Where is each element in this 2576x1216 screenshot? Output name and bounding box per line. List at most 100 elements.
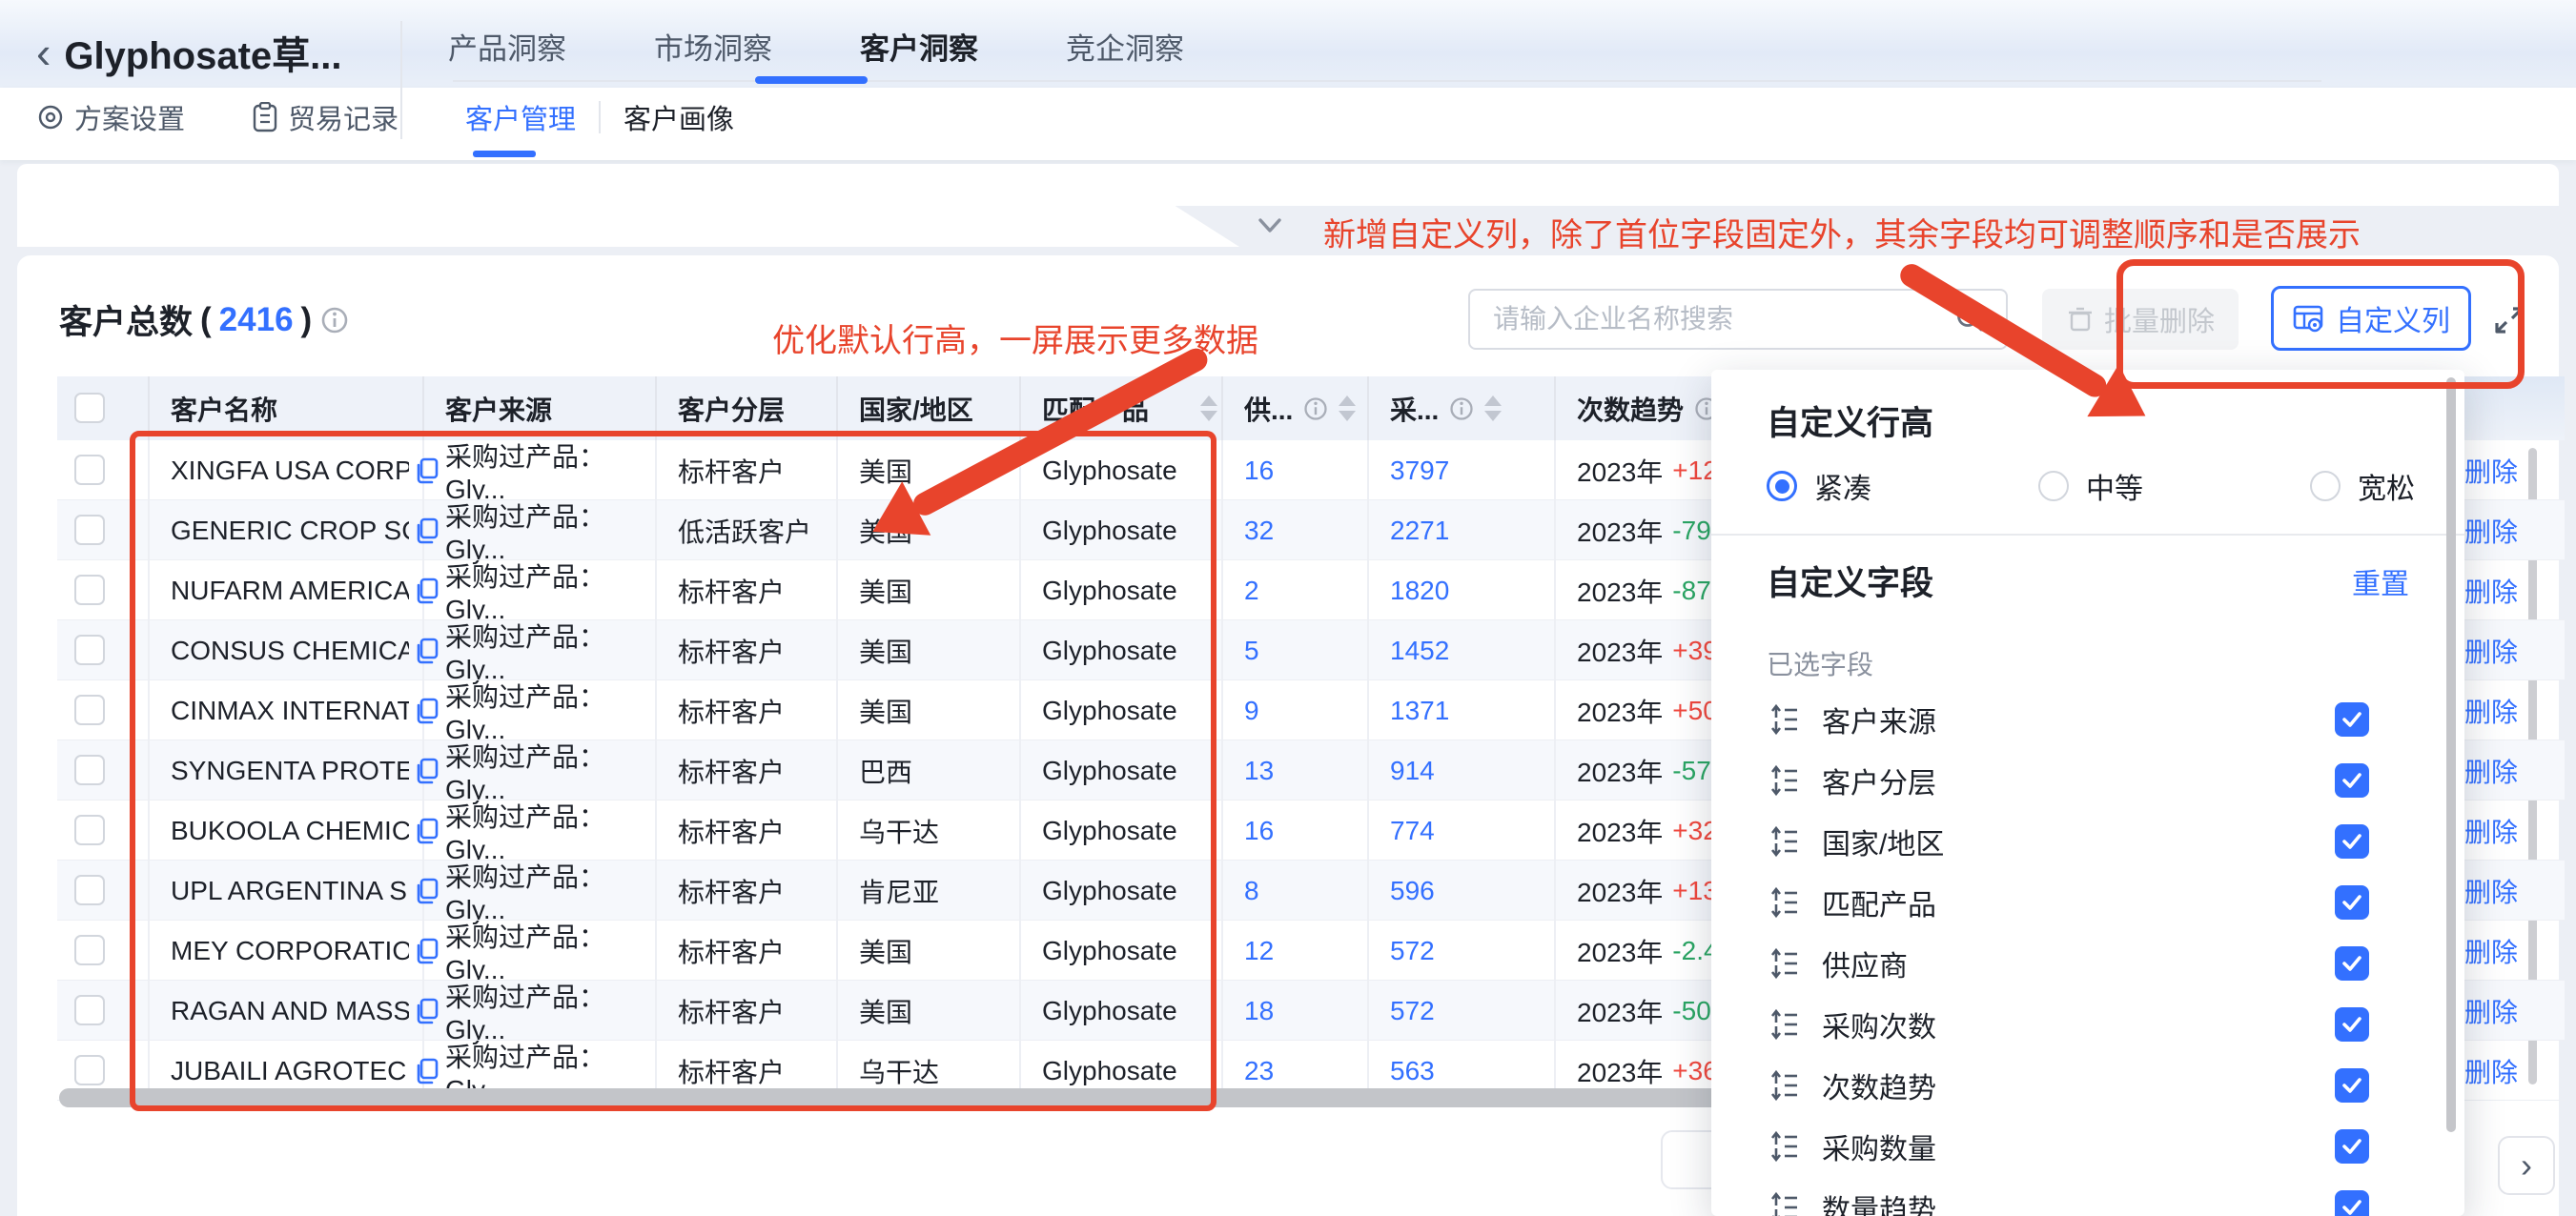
drag-handle-icon[interactable]: [1767, 762, 1803, 799]
sort-icon[interactable]: [1200, 395, 1217, 421]
purchase-count-link[interactable]: 572: [1390, 921, 1554, 981]
customer-name-cell[interactable]: CONSUS CHEMICAL: [171, 620, 422, 680]
column-header-tier[interactable]: 客户分层: [678, 376, 785, 440]
suppliers-count-link[interactable]: 12: [1244, 921, 1367, 981]
info-icon[interactable]: [1448, 395, 1475, 422]
field-checkbox-checked[interactable]: [2335, 946, 2369, 981]
suppliers-count-link[interactable]: 16: [1244, 440, 1367, 500]
row-checkbox[interactable]: [74, 875, 105, 905]
purchase-count-link[interactable]: 1820: [1390, 560, 1554, 620]
suppliers-count-link[interactable]: 2: [1244, 560, 1367, 620]
row-checkbox[interactable]: [74, 515, 105, 545]
tab-customer-management[interactable]: 客户管理: [465, 97, 576, 137]
drag-handle-icon[interactable]: [1767, 1128, 1803, 1165]
copy-icon[interactable]: [413, 577, 441, 605]
field-checkbox-checked[interactable]: [2335, 1129, 2369, 1164]
row-checkbox[interactable]: [74, 755, 105, 785]
purchase-count-link[interactable]: 1452: [1390, 620, 1554, 680]
drag-handle-icon[interactable]: [1767, 1189, 1803, 1216]
copy-icon[interactable]: [413, 937, 441, 965]
field-checkbox-checked[interactable]: [2335, 1190, 2369, 1216]
row-checkbox[interactable]: [74, 455, 105, 485]
tab-competitor-insight[interactable]: 竞企洞察: [1066, 25, 1184, 68]
tab-product-insight[interactable]: 产品洞察: [448, 25, 566, 68]
row-checkbox[interactable]: [74, 695, 105, 725]
customer-name-cell[interactable]: CINMAX INTERNATIO: [171, 680, 422, 740]
drag-handle-icon[interactable]: [1767, 884, 1803, 921]
customer-name-cell[interactable]: GENERIC CROP SCI: [171, 500, 422, 560]
suppliers-count-link[interactable]: 13: [1244, 740, 1367, 801]
reset-link[interactable]: 重置: [2352, 560, 2409, 602]
customer-name-cell[interactable]: BUKOOLA CHEMICA: [171, 801, 422, 861]
field-item-4[interactable]: 匹配产品: [1767, 881, 2415, 924]
suppliers-count-link[interactable]: 9: [1244, 680, 1367, 740]
drag-handle-icon[interactable]: [1767, 701, 1803, 738]
field-item-7[interactable]: 次数趋势: [1767, 1064, 2415, 1107]
trade-records-link[interactable]: 贸易记录: [252, 97, 399, 137]
field-checkbox-checked[interactable]: [2335, 763, 2369, 798]
delete-link[interactable]: 删除: [2464, 500, 2565, 560]
suppliers-count-link[interactable]: 5: [1244, 620, 1367, 680]
column-header-purchases[interactable]: 采...: [1390, 376, 1502, 440]
column-header-source[interactable]: 客户来源: [445, 376, 552, 440]
row-height-compact[interactable]: 紧凑: [1767, 465, 1871, 507]
select-all-checkbox[interactable]: [74, 393, 105, 423]
row-checkbox[interactable]: [74, 1055, 105, 1085]
customer-name-cell[interactable]: SYNGENTA PROTEC: [171, 740, 422, 801]
copy-icon[interactable]: [413, 697, 441, 725]
scheme-settings-link[interactable]: 方案设置: [36, 97, 185, 137]
info-icon[interactable]: [1302, 395, 1329, 422]
copy-icon[interactable]: [413, 456, 441, 485]
fullscreen-icon[interactable]: [2490, 301, 2528, 339]
purchase-count-link[interactable]: 914: [1390, 740, 1554, 801]
delete-link[interactable]: 删除: [2464, 981, 2565, 1041]
copy-icon[interactable]: [413, 997, 441, 1025]
delete-link[interactable]: 删除: [2464, 1041, 2565, 1101]
field-item-5[interactable]: 供应商: [1767, 942, 2415, 985]
column-header-suppliers[interactable]: 供...: [1244, 376, 1356, 440]
copy-icon[interactable]: [413, 817, 441, 845]
drag-handle-icon[interactable]: [1767, 1006, 1803, 1043]
drag-handle-icon[interactable]: [1767, 945, 1803, 982]
copy-icon[interactable]: [413, 1057, 441, 1085]
sort-icon[interactable]: [1484, 395, 1502, 421]
row-checkbox[interactable]: [74, 815, 105, 845]
tab-customer-profile[interactable]: 客户画像: [624, 97, 734, 137]
field-item-9[interactable]: 数量趋势: [1767, 1186, 2415, 1216]
purchase-count-link[interactable]: 596: [1390, 861, 1554, 921]
search-input[interactable]: [1491, 303, 1952, 335]
purchase-count-link[interactable]: 2271: [1390, 500, 1554, 560]
tab-customer-insight[interactable]: 客户洞察: [860, 25, 978, 68]
delete-link[interactable]: 删除: [2464, 740, 2565, 801]
purchase-count-link[interactable]: 3797: [1390, 440, 1554, 500]
drag-handle-icon[interactable]: [1767, 823, 1803, 860]
field-item-6[interactable]: 采购次数: [1767, 1003, 2415, 1046]
customer-name-cell[interactable]: UPL ARGENTINA S.: [171, 861, 422, 921]
sort-icon[interactable]: [1339, 395, 1356, 421]
suppliers-count-link[interactable]: 32: [1244, 500, 1367, 560]
row-checkbox[interactable]: [74, 995, 105, 1025]
customer-name-cell[interactable]: RAGAN AND MASSE: [171, 981, 422, 1041]
copy-icon[interactable]: [413, 517, 441, 545]
row-height-medium[interactable]: 中等: [2038, 465, 2143, 507]
column-header-trend[interactable]: 次数趋势: [1577, 376, 1720, 440]
customer-name-cell[interactable]: XINGFA USA CORPO: [171, 440, 422, 500]
field-checkbox-checked[interactable]: [2335, 1068, 2369, 1103]
purchase-count-link[interactable]: 774: [1390, 801, 1554, 861]
row-checkbox[interactable]: [74, 935, 105, 965]
copy-icon[interactable]: [413, 877, 441, 905]
batch-delete-button[interactable]: 批量删除: [2042, 289, 2239, 350]
delete-link[interactable]: 删除: [2464, 921, 2565, 981]
suppliers-count-link[interactable]: 8: [1244, 861, 1367, 921]
custom-columns-button[interactable]: 自定义列: [2271, 286, 2471, 351]
column-header-country[interactable]: 国家/地区: [859, 376, 973, 440]
row-checkbox[interactable]: [74, 575, 105, 605]
suppliers-count-link[interactable]: 16: [1244, 801, 1367, 861]
field-checkbox-checked[interactable]: [2335, 824, 2369, 859]
customer-name-cell[interactable]: MEY CORPORATION: [171, 921, 422, 981]
delete-link[interactable]: 删除: [2464, 680, 2565, 740]
field-item-3[interactable]: 国家/地区: [1767, 820, 2415, 863]
chevron-down-icon[interactable]: [1251, 206, 1289, 244]
delete-link[interactable]: 删除: [2464, 861, 2565, 921]
suppliers-count-link[interactable]: 18: [1244, 981, 1367, 1041]
